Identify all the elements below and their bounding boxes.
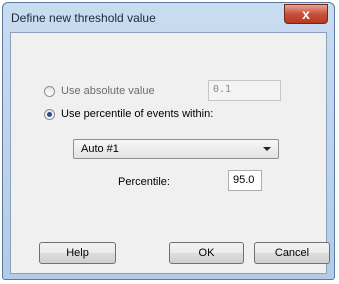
window-title: Define new threshold value: [11, 11, 156, 25]
events-dropdown-value: Auto #1: [81, 143, 119, 155]
dialog-content: Use absolute value 0.1 Use percentile of…: [10, 32, 330, 274]
cancel-button[interactable]: Cancel: [254, 242, 330, 264]
percentile-input[interactable]: 95.0: [228, 170, 262, 191]
absolute-value-radio[interactable]: [44, 86, 55, 97]
dialog-window: Define new threshold value x Use absolut…: [2, 2, 335, 280]
absolute-value-input[interactable]: 0.1: [208, 80, 281, 101]
close-button[interactable]: x: [284, 4, 328, 24]
absolute-value-label[interactable]: Use absolute value: [61, 85, 155, 97]
help-button[interactable]: Help: [39, 242, 116, 264]
percentile-radio[interactable]: [44, 109, 55, 120]
percentile-label: Percentile:: [118, 176, 170, 188]
events-dropdown[interactable]: Auto #1: [73, 139, 279, 159]
title-bar[interactable]: Define new threshold value x: [3, 3, 334, 31]
chevron-down-icon: [263, 147, 271, 151]
ok-button[interactable]: OK: [169, 242, 244, 264]
percentile-option-label[interactable]: Use percentile of events within:: [61, 108, 213, 120]
close-icon: x: [302, 6, 310, 22]
